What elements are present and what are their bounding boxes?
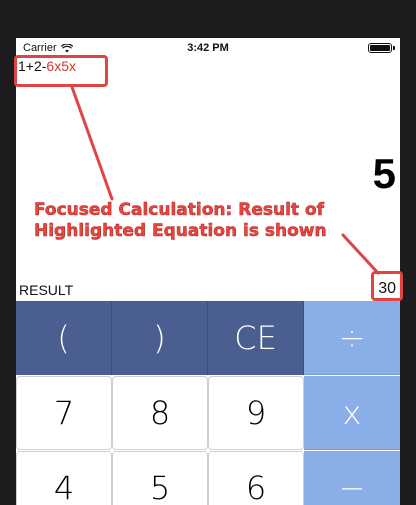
subtract-button[interactable]: − [304,451,400,505]
annotation-line-2: Highlighted Equation is shown [34,221,327,242]
close-paren-button[interactable]: ) [112,301,208,375]
digit-7-button[interactable]: 7 [16,376,112,450]
annotation-line-1: Focused Calculation: Result of [34,200,325,221]
digit-8-button[interactable]: 8 [112,376,208,450]
result-row: RESULT 30 [16,278,400,302]
battery-icon [368,43,395,53]
annotation-caption: Focused Calculation: Result of Highlight… [16,200,374,242]
annotation-box-result [371,271,403,301]
multiply-button[interactable]: x [304,376,400,450]
clock: 3:42 PM [187,42,229,54]
open-paren-button[interactable]: ( [16,301,112,375]
digit-9-button[interactable]: 9 [208,376,304,450]
divide-button[interactable]: ÷ [304,301,400,375]
digit-5-button[interactable]: 5 [112,451,208,505]
clear-entry-button[interactable]: CE [208,301,304,375]
digit-4-button[interactable]: 4 [16,451,112,505]
calculator-screen: Carrier 3:42 PM 1+2-6x5x 5 RESULT 30 ( )… [16,38,400,505]
main-result-display: 5 [372,150,396,197]
result-label: RESULT [19,282,74,298]
digit-6-button[interactable]: 6 [208,451,304,505]
annotation-box-expression [14,55,108,87]
